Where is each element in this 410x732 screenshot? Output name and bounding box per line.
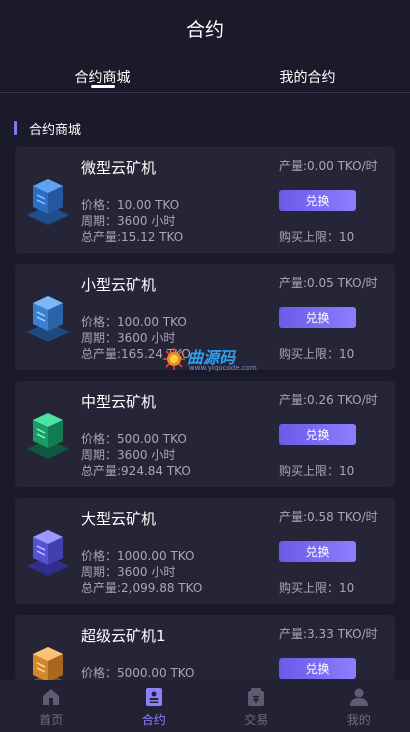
- purchase-limit: 购买上限：10: [279, 464, 355, 478]
- miner-super-icon: [33, 647, 63, 680]
- redeem-button[interactable]: 兑换: [279, 541, 356, 562]
- product-name: 中型云矿机: [81, 393, 157, 411]
- product-card: 微型云矿机 价格：10.00 TKO 周期：3600 小时 总产量:15.12 …: [15, 147, 395, 253]
- section-title-text: 合约商城: [29, 122, 82, 138]
- nav-home[interactable]: 首页: [0, 680, 103, 732]
- watermark-url: www.yiqucode.com: [189, 364, 257, 372]
- redeem-button[interactable]: 兑换: [279, 658, 356, 679]
- nav-contract[interactable]: 合约: [103, 680, 206, 732]
- product-total-output: 总产量:15.12 TKO: [81, 230, 184, 244]
- product-name: 小型云矿机: [81, 276, 157, 294]
- product-cycle: 周期：3600 小时: [81, 565, 176, 579]
- product-cycle: 周期：3600 小时: [81, 448, 176, 462]
- product-price: 价格：5000.00 TKO: [81, 666, 195, 680]
- trade-icon: [248, 688, 265, 706]
- bottom-navigation: 首页 合约 交易 我的: [0, 680, 410, 732]
- miner-large-icon: [27, 530, 69, 576]
- product-cycle: 周期：3600 小时: [81, 331, 176, 345]
- purchase-limit: 购买上限：10: [279, 347, 355, 361]
- product-price: 价格：1000.00 TKO: [81, 549, 195, 563]
- nav-trade[interactable]: 交易: [205, 680, 308, 732]
- nav-trade-label: 交易: [244, 713, 269, 727]
- product-card: 中型云矿机 价格：500.00 TKO 周期：3600 小时 总产量:924.8…: [15, 381, 395, 487]
- redeem-button[interactable]: 兑换: [279, 307, 356, 328]
- product-price: 价格：100.00 TKO: [81, 315, 187, 329]
- product-name: 微型云矿机: [81, 159, 157, 177]
- miner-medium-icon: [27, 413, 69, 459]
- nav-profile-label: 我的: [346, 713, 371, 727]
- product-price: 价格：10.00 TKO: [81, 198, 180, 212]
- page-title: 合约: [185, 18, 224, 41]
- home-icon: [43, 689, 60, 705]
- tab-contract-mall-label: 合约商城: [74, 70, 131, 86]
- watermark-logo-icon: [163, 348, 185, 370]
- miner-small-icon: [27, 296, 69, 342]
- product-hourly-output: 产量:0.00 TKO/时: [279, 159, 378, 173]
- tab-contract-mall[interactable]: 合约商城: [0, 56, 205, 92]
- product-card: 大型云矿机 价格：1000.00 TKO 周期：3600 小时 总产量:2,09…: [15, 498, 395, 604]
- nav-profile[interactable]: 我的: [308, 680, 410, 732]
- product-total-output: 总产量:924.84 TKO: [81, 464, 191, 478]
- tab-my-contracts-label: 我的合约: [279, 70, 336, 86]
- purchase-limit: 购买上限：10: [279, 581, 355, 595]
- product-name: 超级云矿机1: [81, 627, 166, 645]
- tab-bar: 合约商城 我的合约: [0, 56, 410, 93]
- product-card: 超级云矿机1 价格：5000.00 TKO 产量:3.33 TKO/时 兑换: [15, 615, 395, 680]
- product-price: 价格：500.00 TKO: [81, 432, 187, 446]
- product-cycle: 周期：3600 小时: [81, 214, 176, 228]
- section-accent-bar: [14, 121, 17, 135]
- product-hourly-output: 产量:0.58 TKO/时: [279, 510, 378, 524]
- product-total-output: 总产量:2,099.88 TKO: [81, 581, 203, 595]
- purchase-limit: 购买上限：10: [279, 230, 355, 244]
- user-icon: [349, 688, 368, 706]
- nav-contract-label: 合约: [141, 713, 166, 727]
- contract-icon: [145, 688, 162, 706]
- nav-home-label: 首页: [39, 713, 64, 727]
- miner-micro-icon: [27, 179, 69, 225]
- product-hourly-output: 产量:0.26 TKO/时: [279, 393, 378, 407]
- product-name: 大型云矿机: [81, 510, 157, 528]
- section-heading: 合约商城: [14, 120, 82, 138]
- redeem-button[interactable]: 兑换: [279, 190, 356, 211]
- redeem-button[interactable]: 兑换: [279, 424, 356, 445]
- product-hourly-output: 产量:3.33 TKO/时: [279, 627, 378, 641]
- tab-my-contracts[interactable]: 我的合约: [205, 56, 410, 92]
- active-tab-indicator: [90, 85, 115, 88]
- page-header: 合约: [0, 0, 410, 56]
- watermark: 曲源码 www.yiqucode.com: [163, 344, 257, 374]
- product-hourly-output: 产量:0.05 TKO/时: [279, 276, 378, 290]
